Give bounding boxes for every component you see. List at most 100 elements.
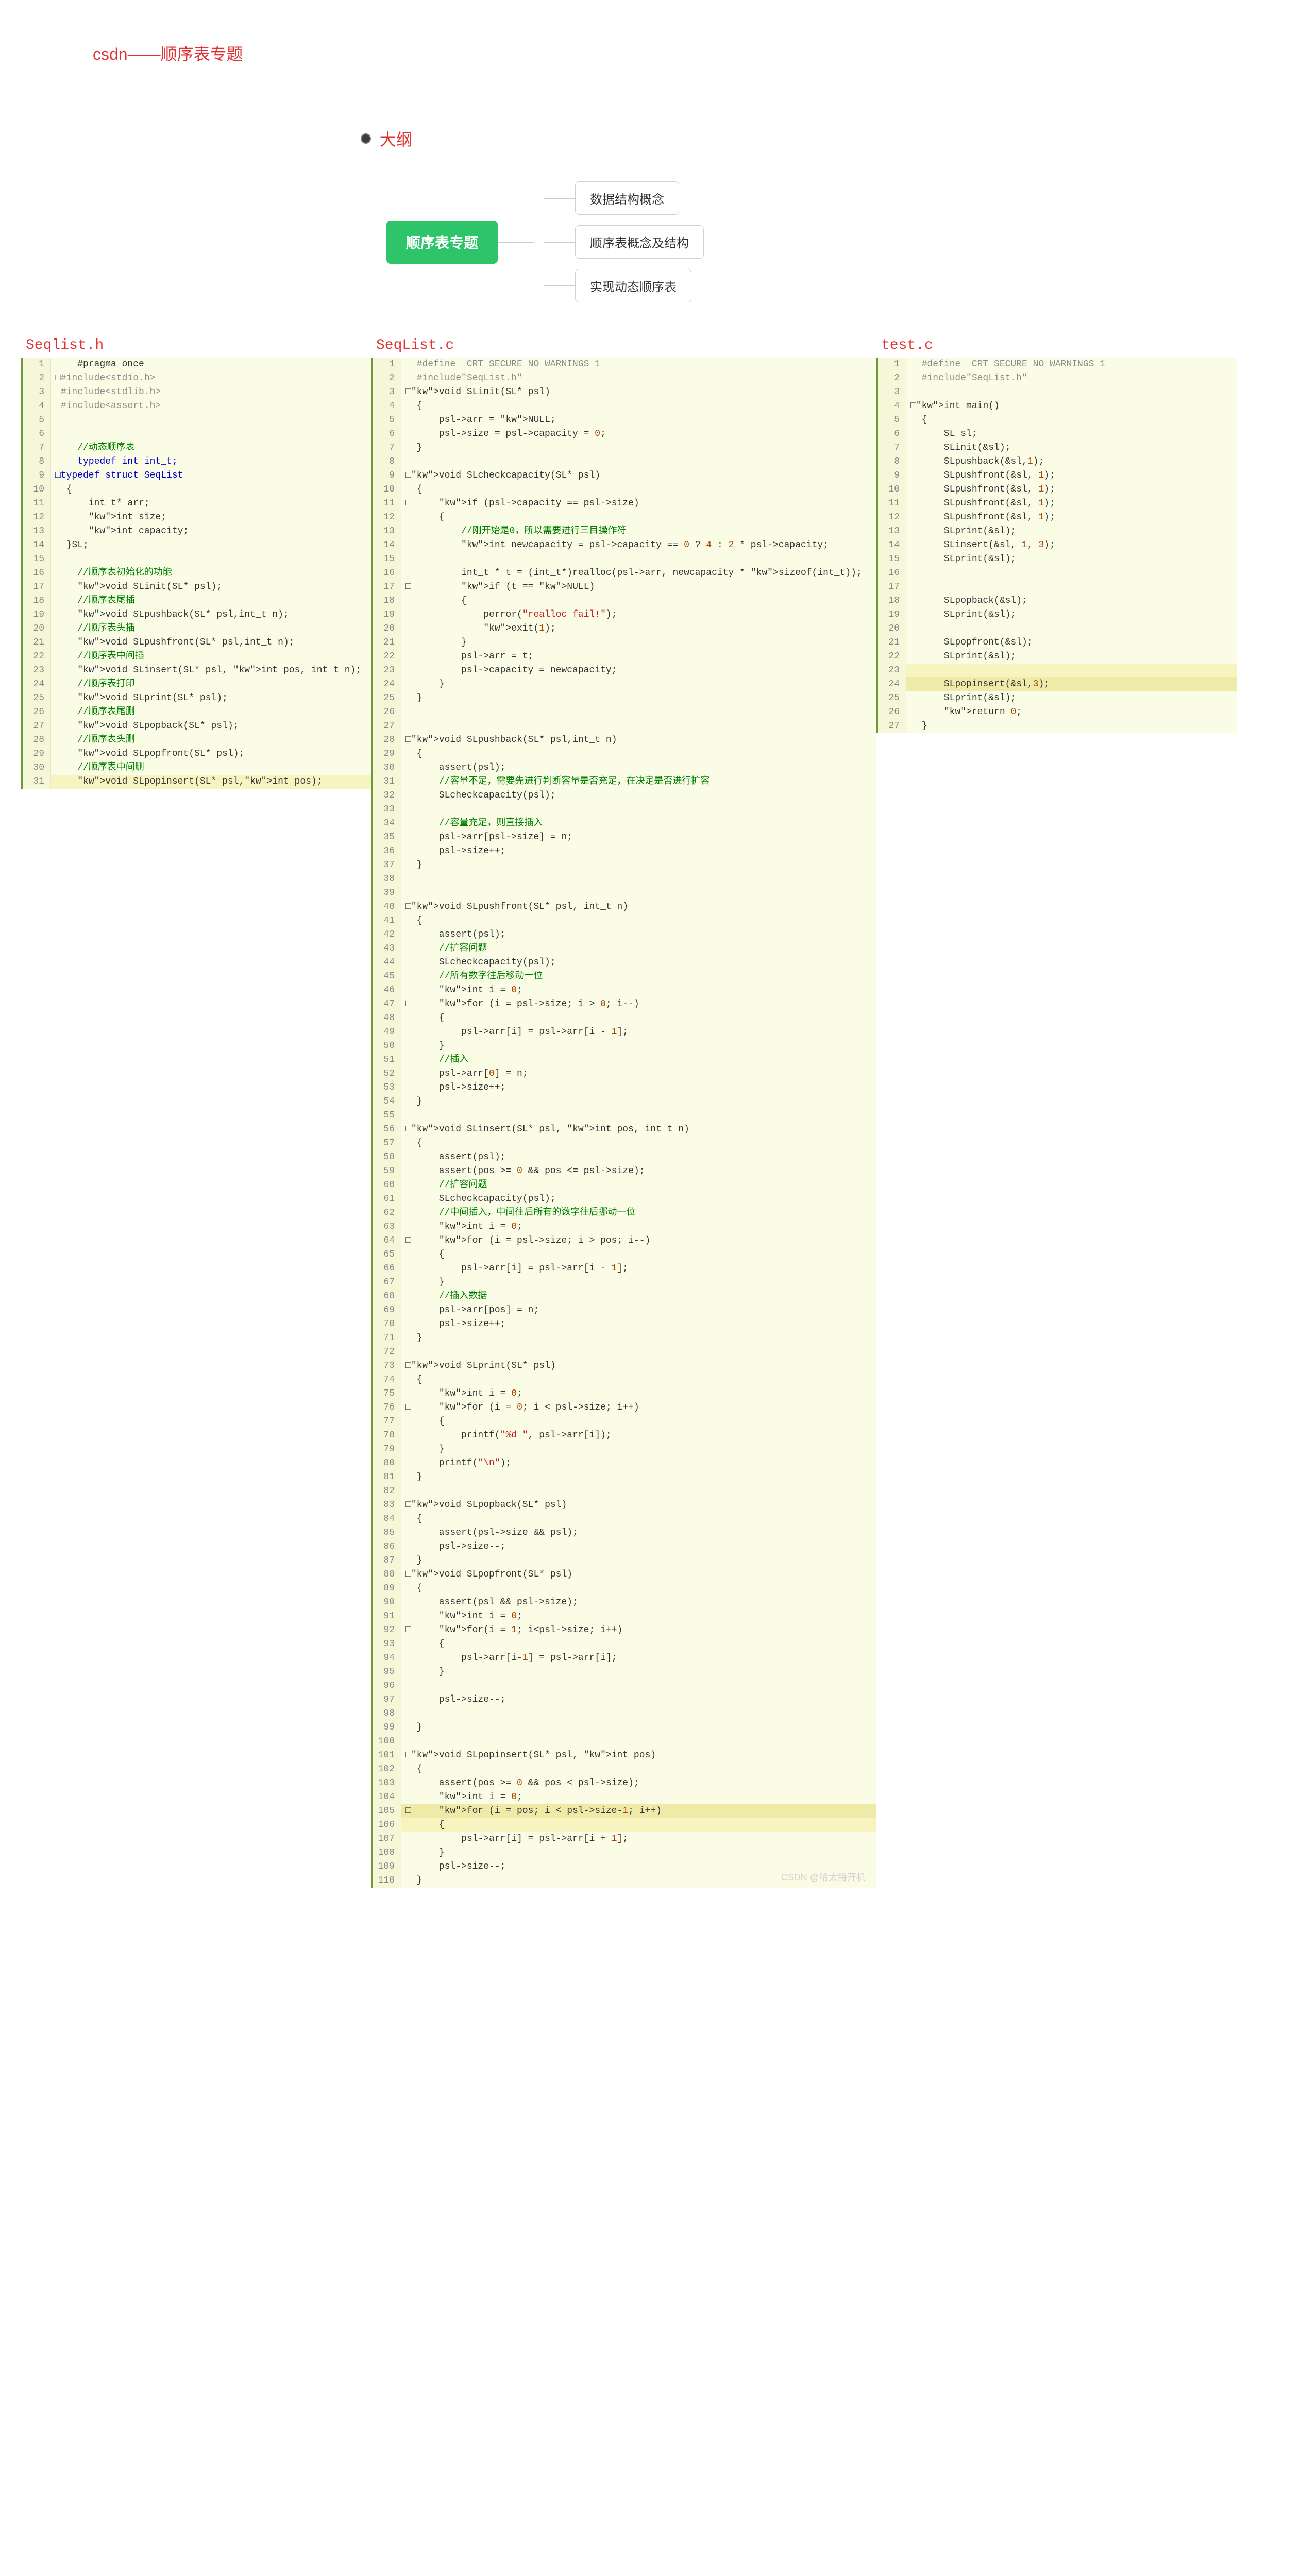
code-line: 48 { [373, 1011, 876, 1025]
code-line: 13 //刚开始是0，所以需要进行三目操作符 [373, 524, 876, 538]
code-content: psl->size++; [401, 1081, 505, 1095]
code-line: 9□"kw">void SLcheckcapacity(SL* psl) [373, 469, 876, 483]
code-content: SLinit(&sl); [906, 441, 1010, 455]
line-number: 71 [373, 1331, 401, 1345]
line-number: 96 [373, 1679, 401, 1693]
line-number: 67 [373, 1276, 401, 1290]
line-number: 36 [373, 844, 401, 858]
code-content [906, 566, 910, 580]
code-line: 52 psl->arr[0] = n; [373, 1067, 876, 1081]
code-content: } [401, 1846, 445, 1860]
code-content: psl->capacity = newcapacity; [401, 664, 617, 677]
line-number: 13 [23, 524, 51, 538]
code-line: 58 assert(psl); [373, 1150, 876, 1164]
mindmap-root: 顺序表专题 [386, 221, 498, 264]
line-number: 10 [373, 483, 401, 497]
code-content: □ "kw">for (i = pos; i < psl->size-1; i+… [401, 1804, 662, 1818]
line-number: 4 [878, 399, 906, 413]
code-line: 25 SLprint(&sl); [878, 691, 1237, 705]
code-line: 78 printf("%d ", psl->arr[i]); [373, 1429, 876, 1443]
line-number: 75 [373, 1387, 401, 1401]
code-line: 14 SLinsert(&sl, 1, 3); [878, 538, 1237, 552]
code-content: }SL; [51, 538, 89, 552]
code-content: "kw">void SLinsert(SL* psl, "kw">int pos… [51, 664, 361, 677]
code-content: //插入 [401, 1053, 468, 1067]
code-line: 68 //插入数据 [373, 1290, 876, 1303]
line-number: 6 [878, 427, 906, 441]
code-content: #include"SeqList.h" [906, 371, 1027, 385]
code-line: 9□typedef struct SeqList [23, 469, 371, 483]
code-line: 59 assert(pos >= 0 && pos <= psl->size); [373, 1164, 876, 1178]
code-content: SLinsert(&sl, 1, 3); [906, 538, 1055, 552]
code-content: SLpushfront(&sl, 1); [906, 497, 1055, 511]
code-content: //顺序表中间删 [51, 761, 144, 775]
line-number: 1 [878, 358, 906, 371]
code-columns: Seqlist.h 1 #pragma once2□#include<stdio… [0, 333, 1301, 1888]
line-number: 17 [23, 580, 51, 594]
code-line: 11 SLpushfront(&sl, 1); [878, 497, 1237, 511]
line-number: 52 [373, 1067, 401, 1081]
line-number: 10 [878, 483, 906, 497]
code-line: 1 #define _CRT_SECURE_NO_WARNINGS 1 [878, 358, 1237, 371]
code-line: 5 psl->arr = "kw">NULL; [373, 413, 876, 427]
code-content: //顺序表打印 [51, 677, 135, 691]
code-content: psl->arr = t; [401, 650, 533, 664]
code-content: int_t* arr; [51, 497, 150, 511]
line-number: 14 [878, 538, 906, 552]
code-content: "kw">int i = 0; [401, 1609, 522, 1623]
code-line: 15 [373, 552, 876, 566]
code-content: { [401, 747, 422, 761]
line-number: 2 [23, 371, 51, 385]
line-number: 38 [373, 872, 401, 886]
code-line: 102 { [373, 1762, 876, 1776]
code-content: #define _CRT_SECURE_NO_WARNINGS 1 [401, 358, 600, 371]
line-number: 55 [373, 1109, 401, 1123]
code-line: 87 } [373, 1554, 876, 1568]
code-content: SLpopinsert(&sl,3); [906, 677, 1050, 691]
code-content: printf("\n"); [401, 1456, 511, 1470]
line-number: 44 [373, 956, 401, 970]
code-content [401, 455, 405, 469]
code-content [401, 1679, 405, 1693]
code-line: 41 { [373, 914, 876, 928]
code-line: 76□ "kw">for (i = 0; i < psl->size; i++) [373, 1401, 876, 1415]
code-line: 67 } [373, 1276, 876, 1290]
code-content: } [401, 1039, 445, 1053]
code-line: 47□ "kw">for (i = psl->size; i > 0; i--) [373, 997, 876, 1011]
line-number: 14 [23, 538, 51, 552]
code-line: 7 //动态顺序表 [23, 441, 371, 455]
code-content: SLpushfront(&sl, 1); [906, 511, 1055, 524]
file-title-c: SeqList.c [371, 333, 876, 358]
code-content: □"kw">void SLcheckcapacity(SL* psl) [401, 469, 600, 483]
line-number: 92 [373, 1623, 401, 1637]
code-content: { [401, 483, 422, 497]
line-number: 3 [878, 385, 906, 399]
code-line: 3□"kw">void SLinit(SL* psl) [373, 385, 876, 399]
line-number: 24 [878, 677, 906, 691]
code-line: 108 } [373, 1846, 876, 1860]
code-content: □"kw">void SLpopfront(SL* psl) [401, 1568, 572, 1582]
code-line: 84 { [373, 1512, 876, 1526]
code-line: 88□"kw">void SLpopfront(SL* psl) [373, 1568, 876, 1582]
code-line: 85 assert(psl->size && psl); [373, 1526, 876, 1540]
code-line: 55 [373, 1109, 876, 1123]
code-content: "kw">void SLpopback(SL* psl); [51, 719, 239, 733]
code-line: 26 //顺序表尾删 [23, 705, 371, 719]
code-content: #include<assert.h> [51, 399, 161, 413]
line-number: 93 [373, 1637, 401, 1651]
code-block-t: 1 #define _CRT_SECURE_NO_WARNINGS 12 #in… [876, 358, 1237, 733]
code-content: SLprint(&sl); [906, 552, 1016, 566]
code-content: □ "kw">for (i = psl->size; i > 0; i--) [401, 997, 639, 1011]
code-line: 40□"kw">void SLpushfront(SL* psl, int_t … [373, 900, 876, 914]
line-number: 26 [373, 705, 401, 719]
code-line: 27 [373, 719, 876, 733]
code-content: #include"SeqList.h" [401, 371, 522, 385]
code-content: □"kw">void SLinsert(SL* psl, "kw">int po… [401, 1123, 689, 1137]
code-line: 16 int_t * t = (int_t*)realloc(psl->arr,… [373, 566, 876, 580]
code-content: SLprint(&sl); [906, 650, 1016, 664]
code-content: SLpushfront(&sl, 1); [906, 469, 1055, 483]
line-number: 87 [373, 1554, 401, 1568]
code-line: 28 //顺序表头删 [23, 733, 371, 747]
code-content: } [401, 1095, 422, 1109]
line-number: 12 [23, 511, 51, 524]
